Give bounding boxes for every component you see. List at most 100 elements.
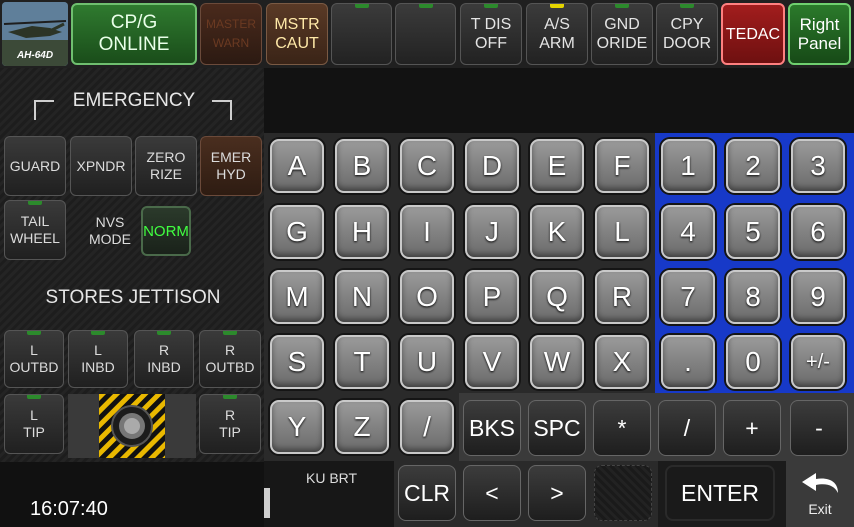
key-y[interactable]: Y <box>270 400 324 454</box>
aircraft-logo: AH-64D <box>2 2 68 66</box>
cpg-online-button[interactable]: CP/G ONLINE <box>71 3 197 65</box>
key-i[interactable]: I <box>400 205 454 259</box>
indicator-tab <box>550 4 564 8</box>
space-key[interactable]: SPC <box>528 400 586 456</box>
tail-wheel-button[interactable]: TAIL WHEEL <box>4 200 66 260</box>
key-g[interactable]: G <box>270 205 324 259</box>
indicator-tab <box>680 4 694 8</box>
indicator-tab <box>615 4 629 8</box>
key-w[interactable]: W <box>530 335 584 389</box>
bracket-left <box>34 100 54 120</box>
numkey-6[interactable]: 6 <box>791 205 845 259</box>
plus-key[interactable]: + <box>723 400 781 456</box>
multiply-key[interactable]: * <box>593 400 651 456</box>
empty-key <box>594 465 652 521</box>
divide-key[interactable]: / <box>658 400 716 456</box>
key-t[interactable]: T <box>335 335 389 389</box>
right-panel-button[interactable]: Right Panel <box>788 3 851 65</box>
backspace-key[interactable]: BKS <box>463 400 521 456</box>
indicator-tab <box>157 331 171 335</box>
indicator-tab <box>27 331 41 335</box>
numkey-8[interactable]: 8 <box>726 270 780 324</box>
numkey-0[interactable]: 0 <box>726 335 780 389</box>
numkey-4[interactable]: 4 <box>661 205 715 259</box>
r-inbd-button[interactable]: R INBD <box>134 330 194 388</box>
tdis-off-button[interactable]: T DIS OFF <box>460 3 522 65</box>
key-p[interactable]: P <box>465 270 519 324</box>
key-f[interactable]: F <box>595 139 649 193</box>
ku-brt-label: KU BRT <box>306 470 358 486</box>
tedac-button[interactable]: TEDAC <box>721 3 785 65</box>
minus-key[interactable]: - <box>790 400 848 456</box>
guard-button[interactable]: GUARD <box>4 136 66 196</box>
key-l[interactable]: L <box>595 205 649 259</box>
numkey-2[interactable]: 2 <box>726 139 780 193</box>
enter-key[interactable]: ENTER <box>665 465 775 521</box>
r-outbd-button[interactable]: R OUTBD <box>199 330 261 388</box>
bracket-right <box>212 100 232 120</box>
stores-jettison-title: STORES JETTISON <box>45 287 221 308</box>
indicator-tab <box>354 4 369 8</box>
l-inbd-button[interactable]: L INBD <box>68 330 128 388</box>
numkey-3[interactable]: 3 <box>791 139 845 193</box>
numkey-5[interactable]: 5 <box>726 205 780 259</box>
numkey-9[interactable]: 9 <box>791 270 845 324</box>
key-b[interactable]: B <box>335 139 389 193</box>
zeroize-button[interactable]: ZERO RIZE <box>135 136 197 196</box>
key-m[interactable]: M <box>270 270 324 324</box>
key-h[interactable]: H <box>335 205 389 259</box>
key-r[interactable]: R <box>595 270 649 324</box>
numkey-7[interactable]: 7 <box>661 270 715 324</box>
exit-button[interactable]: Exit <box>786 461 854 527</box>
r-tip-button[interactable]: R TIP <box>199 394 261 454</box>
l-tip-button[interactable]: L TIP <box>4 394 64 454</box>
key-c[interactable]: C <box>400 139 454 193</box>
jettison-knob[interactable] <box>99 394 165 458</box>
key-e[interactable]: E <box>530 139 584 193</box>
canopy-door-button[interactable]: CPY DOOR <box>656 3 718 65</box>
logo-text: AH-64D <box>16 50 54 61</box>
right-arrow-key[interactable]: > <box>528 465 586 521</box>
ku-brt-slider[interactable] <box>264 488 270 518</box>
blank-button-2[interactable] <box>395 3 456 65</box>
key-u[interactable]: U <box>400 335 454 389</box>
indicator-tab <box>223 331 237 335</box>
key-z[interactable]: Z <box>335 400 389 454</box>
indicator-tab <box>28 201 42 205</box>
clr-key[interactable]: CLR <box>398 465 456 521</box>
nvs-norm-button[interactable]: NORM <box>141 206 191 256</box>
l-outbd-button[interactable]: L OUTBD <box>4 330 64 388</box>
key-n[interactable]: N <box>335 270 389 324</box>
key-a[interactable]: A <box>270 139 324 193</box>
key-j[interactable]: J <box>465 205 519 259</box>
key-k[interactable]: K <box>530 205 584 259</box>
as-arm-button[interactable]: A/S ARM <box>526 3 588 65</box>
key-v[interactable]: V <box>465 335 519 389</box>
emergency-title: EMERGENCY <box>72 90 196 111</box>
numkey-1[interactable]: 1 <box>661 139 715 193</box>
undo-arrow-icon <box>802 473 838 493</box>
key-x[interactable]: X <box>595 335 649 389</box>
indicator-tab <box>91 331 105 335</box>
indicator-tab <box>223 395 237 399</box>
scratchpad-display <box>264 68 854 133</box>
xpndr-button[interactable]: XPNDR <box>70 136 132 196</box>
blank-button-1[interactable] <box>331 3 392 65</box>
indicator-tab <box>418 4 433 8</box>
indicator-tab <box>27 395 41 399</box>
key-d[interactable]: D <box>465 139 519 193</box>
key-s[interactable]: S <box>270 335 324 389</box>
numkey-plus-minus[interactable]: +/- <box>791 335 845 389</box>
indicator-tab <box>484 4 498 8</box>
gnd-oride-button[interactable]: GND ORIDE <box>591 3 653 65</box>
key-o[interactable]: O <box>400 270 454 324</box>
emer-hyd-button[interactable]: EMER HYD <box>200 136 262 196</box>
nvs-mode-label: NVS MODE <box>89 214 131 247</box>
master-caution-button[interactable]: MSTR CAUT <box>266 3 328 65</box>
master-warn-button[interactable]: MASTER WARN <box>200 3 262 65</box>
numkey-decimal[interactable]: . <box>661 335 715 389</box>
key-q[interactable]: Q <box>530 270 584 324</box>
clock-display: 16:07:40 <box>30 498 108 520</box>
left-arrow-key[interactable]: < <box>463 465 521 521</box>
key-slash[interactable]: / <box>400 400 454 454</box>
